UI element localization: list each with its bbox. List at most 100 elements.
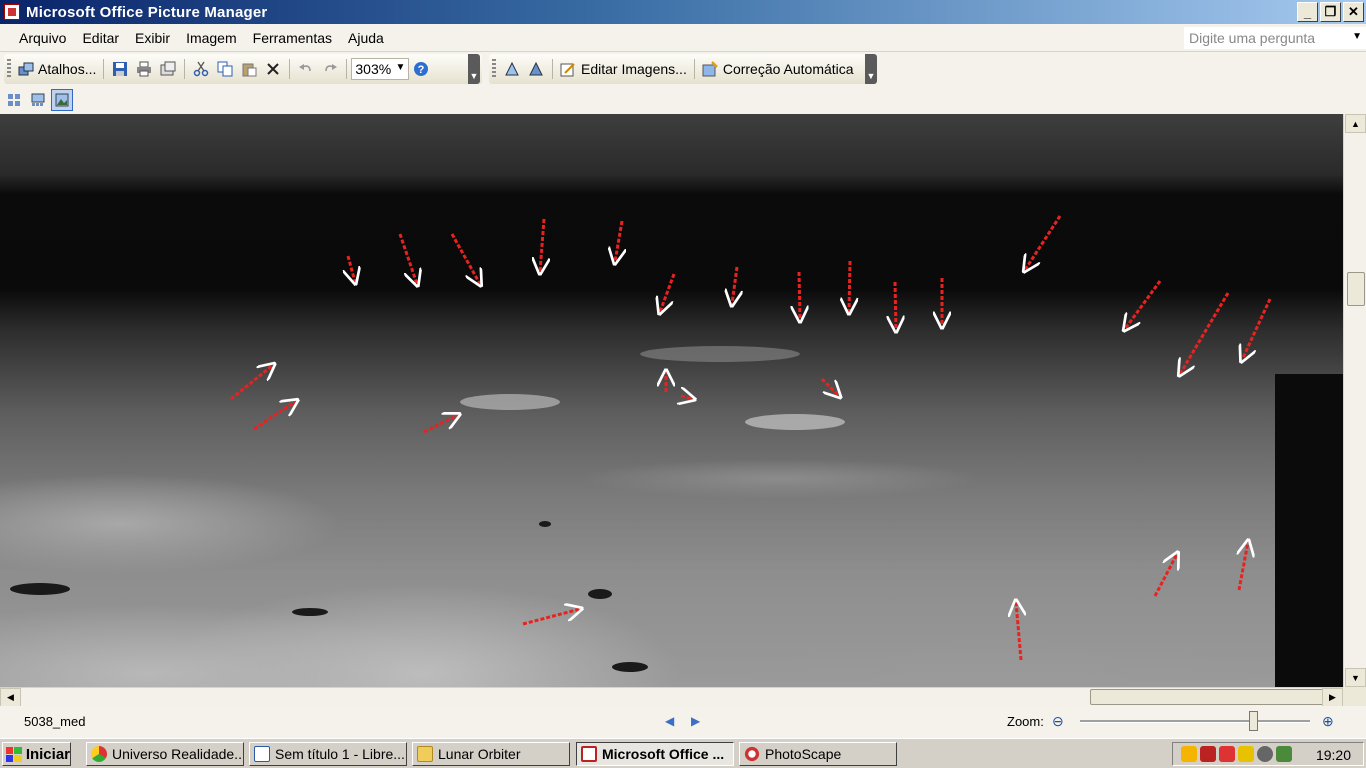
thumbnail-view-button[interactable]	[3, 89, 25, 111]
folder-icon	[417, 746, 433, 762]
rotate-left-icon	[505, 61, 519, 76]
system-tray: 19:20	[1172, 742, 1364, 766]
task-label: Sem título 1 - Libre...	[275, 746, 405, 762]
menu-arquivo[interactable]: Arquivo	[11, 30, 74, 46]
minimize-button[interactable]: _	[1297, 2, 1318, 22]
toolbar: Atalhos... 303% ▼ ? ▼ Editar Imagens...	[0, 52, 1366, 86]
zoom-slider-handle[interactable]	[1248, 711, 1258, 731]
zoom-out-icon[interactable]: ⊖	[1052, 713, 1064, 730]
task-picture-manager[interactable]: Microsoft Office ...	[576, 742, 734, 766]
task-photoscape[interactable]: PhotoScape	[739, 742, 897, 766]
copy-button[interactable]	[213, 57, 237, 81]
ask-question-placeholder: Digite uma pergunta	[1189, 30, 1316, 46]
cut-button[interactable]	[189, 57, 213, 81]
print-button[interactable]	[132, 57, 156, 81]
vertical-scroll-thumb[interactable]	[1347, 272, 1365, 306]
single-picture-icon	[55, 93, 69, 107]
toolbar-separator	[184, 59, 186, 79]
auto-correct-button[interactable]: Correção Automática	[699, 57, 857, 81]
rotate-right-icon	[529, 61, 543, 76]
toolbar-separator	[346, 59, 348, 79]
file-name: 5038_med	[24, 714, 86, 729]
edit-images-button[interactable]: Editar Imagens...	[557, 57, 690, 81]
tray-app-icon[interactable]	[1181, 746, 1197, 762]
auto-correct-label: Correção Automática	[722, 61, 854, 77]
single-picture-view-button[interactable]	[51, 89, 73, 111]
task-label: Microsoft Office ...	[602, 746, 725, 762]
delete-button[interactable]	[261, 57, 285, 81]
filmstrip-view-button[interactable]	[27, 89, 49, 111]
scroll-right-arrow-icon[interactable]: ▶	[1322, 688, 1343, 707]
save-button[interactable]	[108, 57, 132, 81]
rotate-left-button[interactable]	[500, 57, 524, 81]
menu-editar[interactable]: Editar	[74, 30, 127, 46]
start-label: Iniciar	[25, 745, 70, 763]
toolbar-options-button[interactable]: ▼	[468, 54, 480, 84]
menu-bar: Arquivo Editar Exibir Imagem Ferramentas…	[0, 24, 1366, 52]
window-title: Microsoft Office Picture Manager	[26, 3, 268, 21]
clock: 19:20	[1315, 747, 1351, 763]
tray-app-icon[interactable]	[1238, 746, 1254, 762]
delete-icon	[267, 63, 280, 75]
next-picture-icon[interactable]: ▶	[691, 714, 700, 728]
title-bar: Microsoft Office Picture Manager _ ❐ ✕	[0, 0, 1366, 24]
view-mode-bar	[0, 86, 1366, 114]
antivirus-shield-icon[interactable]	[1200, 746, 1216, 762]
menu-ajuda[interactable]: Ajuda	[340, 30, 392, 46]
scroll-down-arrow-icon[interactable]: ▼	[1345, 668, 1366, 687]
rotate-right-button[interactable]	[524, 57, 548, 81]
task-libreoffice[interactable]: Sem título 1 - Libre...	[249, 742, 407, 766]
shortcuts-button[interactable]: Atalhos...	[15, 57, 99, 81]
task-label: PhotoScape	[765, 746, 842, 762]
window-controls: _ ❐ ✕	[1297, 2, 1364, 22]
ask-question-input[interactable]: Digite uma pergunta ▼	[1184, 27, 1366, 49]
paste-icon	[242, 63, 257, 77]
save-icon	[113, 62, 128, 76]
vertical-scrollbar[interactable]: ▲ ▼	[1343, 114, 1366, 687]
scroll-up-arrow-icon[interactable]: ▲	[1345, 114, 1366, 133]
image-viewer[interactable]	[0, 114, 1343, 687]
zoom-slider-track[interactable]	[1080, 720, 1310, 723]
toolbar-grip[interactable]	[7, 59, 11, 79]
scroll-left-arrow-icon[interactable]: ◀	[0, 688, 21, 707]
taskbar: Iniciar Universo Realidade... Sem título…	[0, 738, 1366, 768]
paste-button[interactable]	[237, 57, 261, 81]
zoom-select[interactable]: 303% ▼	[351, 58, 410, 80]
task-folder[interactable]: Lunar Orbiter	[412, 742, 570, 766]
thumbnails-icon	[8, 94, 20, 106]
filmstrip-icon	[31, 93, 45, 106]
toolbar-separator	[103, 59, 105, 79]
horizontal-scroll-thumb[interactable]	[1090, 689, 1328, 705]
close-button[interactable]: ✕	[1343, 2, 1364, 22]
zoom-label: Zoom:	[1007, 714, 1044, 729]
help-icon: ?	[414, 62, 429, 76]
restore-button[interactable]: ❐	[1320, 2, 1341, 22]
help-button[interactable]: ?	[409, 57, 433, 81]
task-chrome[interactable]: Universo Realidade...	[86, 742, 244, 766]
dropdown-arrow-icon[interactable]: ▼	[1352, 31, 1362, 42]
tray-app-icon[interactable]	[1257, 746, 1273, 762]
menu-imagem[interactable]: Imagem	[178, 30, 245, 46]
redo-icon	[325, 64, 338, 72]
redo-button[interactable]	[318, 57, 342, 81]
undo-icon	[299, 64, 312, 72]
undo-button[interactable]	[294, 57, 318, 81]
zoom-value: 303%	[355, 61, 392, 77]
svg-text:?: ?	[418, 64, 425, 76]
toolbar-options-button[interactable]: ▼	[865, 54, 877, 84]
horizontal-scrollbar[interactable]: ◀ ▶	[0, 687, 1343, 707]
toolbar-grip[interactable]	[492, 59, 496, 79]
task-label: Universo Realidade...	[112, 746, 244, 762]
previous-picture-icon[interactable]: ◀	[665, 714, 674, 728]
zoom-in-icon[interactable]: ⊕	[1322, 713, 1334, 730]
menu-ferramentas[interactable]: Ferramentas	[245, 30, 340, 46]
start-button[interactable]: Iniciar	[2, 742, 71, 766]
pdf-reader-icon[interactable]	[1219, 746, 1235, 762]
email-button[interactable]	[156, 57, 180, 81]
email-icon	[160, 61, 176, 76]
picture-toolbar: Editar Imagens... Correção Automática	[489, 54, 877, 84]
network-icon[interactable]	[1276, 746, 1292, 762]
chrome-icon	[91, 746, 107, 762]
toolbar-separator	[552, 59, 553, 79]
menu-exibir[interactable]: Exibir	[127, 30, 178, 46]
